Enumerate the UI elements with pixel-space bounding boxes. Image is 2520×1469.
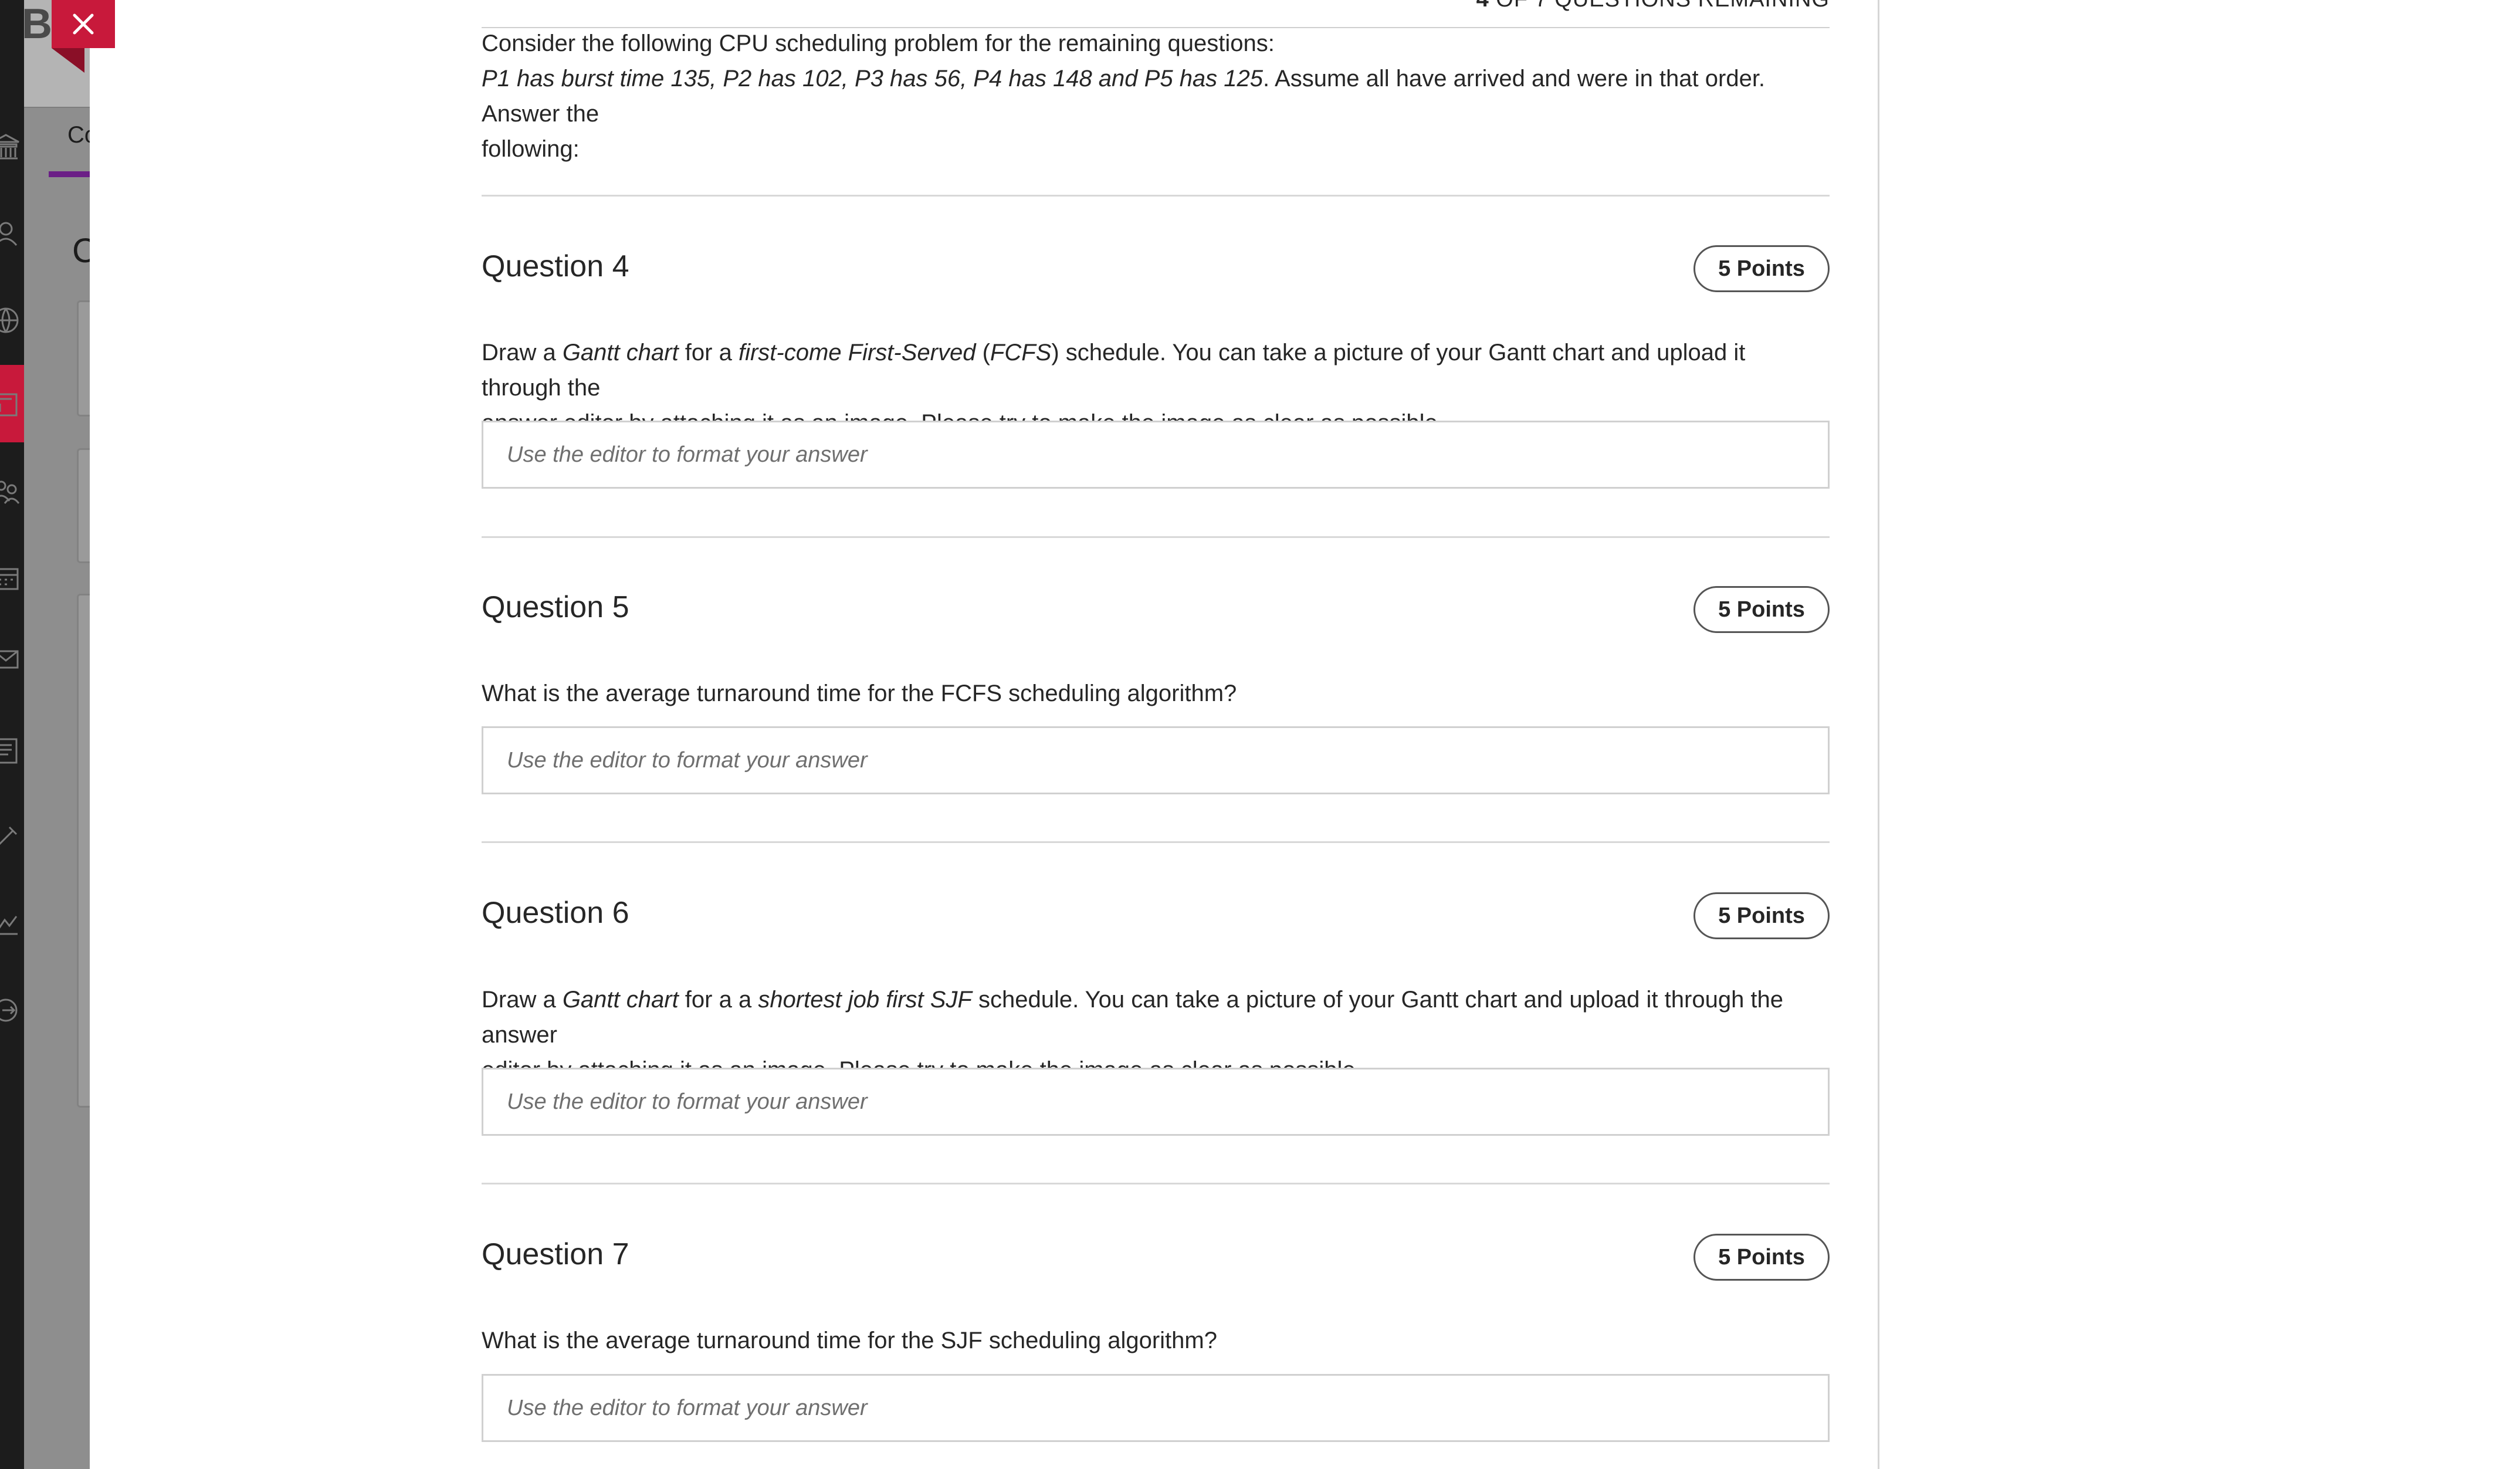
answer-editor[interactable]: Use the editor to format your answer	[482, 1374, 1830, 1442]
app-card	[77, 594, 90, 1108]
divider	[482, 536, 1830, 538]
question-title: Question 6	[482, 896, 629, 930]
close-icon	[70, 11, 97, 38]
groups-icon[interactable]	[0, 475, 22, 508]
app-card	[77, 300, 90, 417]
tools-icon[interactable]	[0, 821, 22, 854]
text-run-italic: Gantt chart	[562, 987, 679, 1013]
answer-editor[interactable]: Use the editor to format your answer	[482, 726, 1830, 794]
answer-editor[interactable]: Use the editor to format your answer	[482, 421, 1830, 489]
divider	[482, 195, 1830, 197]
problem-statement: Consider the following CPU scheduling pr…	[482, 26, 1830, 167]
text-run-italic: Gantt chart	[562, 340, 679, 365]
text-run: Draw a	[482, 987, 563, 1013]
burst-times: P1 has burst time 135, P2 has 102, P3 ha…	[482, 66, 1264, 92]
grades-icon[interactable]	[0, 734, 22, 767]
divider	[482, 841, 1830, 843]
questions-remaining-count: 4	[1476, 0, 1489, 12]
text-run-italic: first-come First-Served	[738, 340, 976, 365]
points-badge: 5 Points	[1693, 892, 1830, 939]
question-text: What is the average turnaround time for …	[482, 681, 1237, 706]
points-badge: 5 Points	[1693, 1234, 1830, 1281]
app-tab-underline	[49, 171, 90, 177]
assessment-icon[interactable]	[0, 908, 22, 941]
question-title: Question 7	[482, 1237, 629, 1271]
profile-icon[interactable]	[0, 217, 22, 250]
close-panel-button[interactable]	[52, 0, 115, 73]
text-run: for a a	[678, 987, 758, 1013]
globe-icon[interactable]	[0, 304, 22, 337]
divider	[482, 1183, 1830, 1184]
questions-remaining: 4 OF 7 QUESTIONS REMAINING	[1476, 0, 1830, 12]
text-run: for a	[678, 340, 739, 365]
app-heading: C	[72, 232, 90, 270]
problem-line-2: P1 has burst time 135, P2 has 102, P3 ha…	[482, 61, 1830, 131]
text-run: Draw a	[482, 340, 563, 365]
app-background: B Co C	[24, 0, 90, 1469]
text-run: (	[976, 340, 990, 365]
question-title: Question 5	[482, 590, 629, 624]
text-run-italic: shortest job first SJF	[758, 987, 972, 1013]
app-navigation-rail	[0, 0, 24, 1469]
answer-editor[interactable]: Use the editor to format your answer	[482, 1068, 1830, 1136]
text-run-italic: FCFS	[990, 340, 1052, 365]
problem-line-3: following:	[482, 136, 580, 162]
app-card	[77, 448, 90, 563]
points-badge: 5 Points	[1693, 245, 1830, 292]
question-title: Question 4	[482, 249, 629, 283]
institution-icon[interactable]	[0, 130, 22, 163]
calendar-stream-icon[interactable]	[0, 388, 22, 421]
points-badge: 5 Points	[1693, 586, 1830, 633]
messages-icon[interactable]	[0, 642, 22, 675]
sign-out-icon[interactable]	[0, 994, 22, 1027]
question-text: What is the average turnaround time for …	[482, 1328, 1217, 1353]
questions-remaining-label: OF 7 QUESTIONS REMAINING	[1496, 0, 1830, 12]
problem-line-1: Consider the following CPU scheduling pr…	[482, 31, 1275, 56]
app-tab[interactable]: Co	[67, 122, 90, 148]
app-logo: B	[24, 1, 52, 48]
assessment-panel: 4 OF 7 QUESTIONS REMAINING Consider the …	[90, 0, 1879, 1469]
calendar-icon[interactable]	[0, 562, 22, 595]
